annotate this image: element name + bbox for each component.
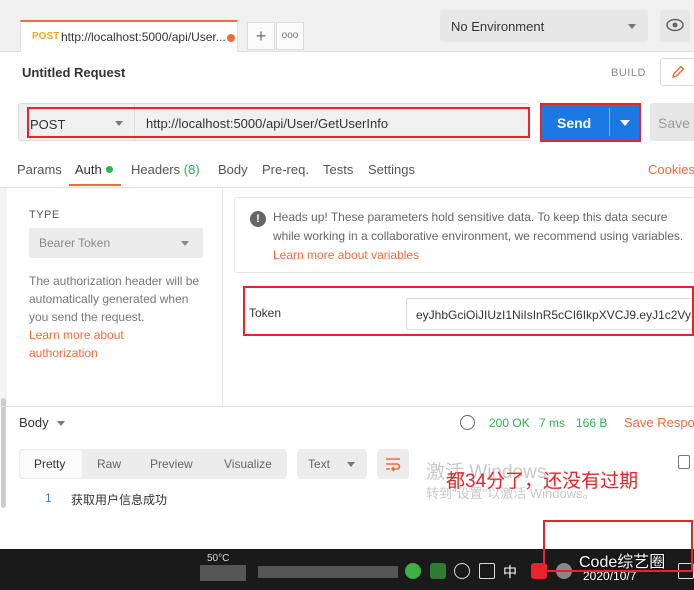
pencil-icon — [671, 65, 685, 79]
annotation-highlight-token — [243, 286, 694, 336]
warning-text: Heads up! These parameters hold sensitiv… — [273, 208, 693, 265]
format-preview[interactable]: Preview — [150, 457, 193, 471]
save-label: Save — [658, 115, 690, 131]
chevron-down-icon — [57, 421, 65, 426]
blurred-tray-area — [200, 565, 246, 581]
format-tabs: Pretty Raw Preview Visualize — [19, 449, 287, 479]
tab-settings[interactable]: Settings — [368, 162, 415, 177]
tab-method: POST — [32, 31, 60, 42]
more-tabs-button[interactable]: ooo — [276, 22, 304, 50]
tab-auth-label: Auth — [75, 162, 102, 177]
auth-description: The authorization header will be automat… — [29, 272, 204, 362]
tab-headers[interactable]: Headers (8) — [131, 162, 200, 177]
annotation-highlight-url — [27, 107, 530, 138]
tab-body[interactable]: Body — [218, 162, 248, 177]
chevron-down-icon — [347, 462, 355, 467]
input-method-indicator[interactable]: 中 — [503, 562, 517, 582]
environment-label: No Environment — [451, 19, 545, 34]
annotation-highlight-send — [540, 103, 641, 142]
save-button[interactable]: Save — [650, 103, 694, 141]
annotation-highlight-clock — [543, 520, 693, 572]
wrap-icon — [386, 458, 401, 472]
tab-headers-label: Headers — [131, 162, 181, 177]
environment-select[interactable]: No Environment — [440, 10, 648, 42]
type-heading: TYPE — [29, 209, 60, 221]
text-mode-label: Text — [308, 457, 331, 471]
text-mode-select[interactable]: Text — [297, 449, 367, 479]
tab-params[interactable]: Params — [17, 162, 62, 177]
wechat-icon[interactable] — [405, 563, 421, 579]
request-tab[interactable]: POST http://localhost:5000/api/User... — [20, 20, 238, 52]
build-mode-label[interactable]: BUILD — [611, 67, 646, 79]
warning-body: Heads up! These parameters hold sensitiv… — [273, 210, 684, 243]
new-tab-button[interactable]: + — [247, 22, 275, 50]
line-number: 1 — [45, 491, 52, 505]
response-line: 获取用户信息成功 — [71, 493, 168, 507]
edit-button[interactable] — [660, 58, 694, 86]
format-raw[interactable]: Raw — [97, 457, 121, 471]
tab-tests[interactable]: Tests — [323, 162, 353, 177]
copy-icon[interactable] — [678, 455, 690, 469]
cookies-link[interactable]: Cookies — [648, 162, 694, 177]
weather-temp: 50°C — [207, 553, 230, 564]
environment-quick-look-button[interactable] — [660, 10, 690, 42]
tab-prereq[interactable]: Pre-req. — [262, 162, 309, 177]
globe-icon[interactable] — [460, 415, 475, 430]
response-body-select[interactable]: Body — [19, 415, 49, 430]
auth-type-value: Bearer Token — [39, 236, 111, 250]
tab-url: http://localhost:5000/api/User... — [61, 30, 226, 44]
format-visualize[interactable]: Visualize — [224, 457, 272, 471]
response-size[interactable]: 166 B — [576, 416, 607, 430]
active-tab-indicator — [69, 184, 121, 186]
auth-description-text: The authorization header will be automat… — [29, 274, 200, 324]
scrollbar-thumb[interactable] — [1, 398, 6, 508]
blurred-tray-area — [258, 566, 398, 578]
eye-icon — [666, 18, 684, 32]
save-response-button[interactable]: Save Respor — [624, 415, 694, 430]
auth-type-select[interactable]: Bearer Token — [29, 228, 203, 258]
tab-auth[interactable]: Auth — [75, 162, 113, 177]
info-icon: ! — [250, 211, 266, 227]
wrap-lines-button[interactable] — [377, 449, 409, 479]
status-code[interactable]: 200 OK — [489, 416, 530, 430]
learn-more-authorization-link[interactable]: Learn more about authorization — [29, 326, 139, 362]
headers-count: (8) — [183, 162, 200, 177]
scrollbar[interactable] — [0, 188, 7, 508]
learn-more-variables-link[interactable]: Learn more about variables — [273, 248, 419, 262]
security-shield-icon[interactable] — [430, 563, 446, 579]
network-icon[interactable] — [454, 563, 470, 579]
unsaved-dot-icon — [227, 34, 235, 42]
format-pretty[interactable]: Pretty — [34, 457, 65, 471]
chevron-down-icon — [181, 241, 189, 246]
display-icon[interactable] — [479, 563, 495, 579]
sensitive-data-warning: ! Heads up! These parameters hold sensit… — [234, 197, 694, 273]
request-title[interactable]: Untitled Request — [22, 65, 125, 80]
response-divider[interactable] — [0, 406, 694, 407]
chevron-down-icon — [628, 24, 636, 29]
response-time[interactable]: 7 ms — [539, 416, 565, 430]
auth-active-dot-icon — [105, 166, 113, 173]
annotation-text: 都34分了，还没有过期 — [446, 471, 639, 492]
